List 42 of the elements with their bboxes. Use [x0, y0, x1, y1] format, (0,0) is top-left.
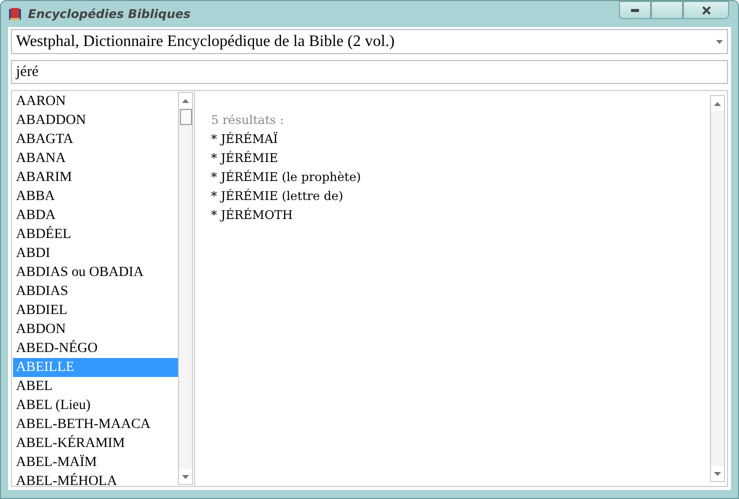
- entry-item[interactable]: ABDI: [13, 244, 178, 263]
- scrollbar[interactable]: [710, 95, 725, 482]
- result-link[interactable]: * JÉRÉMIE (lettre de): [211, 187, 710, 206]
- entry-item[interactable]: ABEL (Lieu): [13, 396, 178, 415]
- entry-item[interactable]: ABDIAS: [13, 282, 178, 301]
- scroll-down-icon[interactable]: [182, 474, 189, 478]
- entry-item[interactable]: ABEL-BETH-MAACA: [13, 415, 178, 434]
- close-button[interactable]: [683, 1, 729, 19]
- entry-item[interactable]: ABDA: [13, 206, 178, 225]
- window-title: Encyclopédies Bibliques: [28, 7, 191, 21]
- entry-item[interactable]: ABDÉEL: [13, 225, 178, 244]
- entry-item[interactable]: ABEL-MÉHOLA: [13, 472, 178, 485]
- search-field[interactable]: jéré: [11, 60, 728, 84]
- entry-item[interactable]: ABEL-KÉRAMIM: [13, 434, 178, 453]
- entry-item[interactable]: ABDIEL: [13, 301, 178, 320]
- entry-item[interactable]: ABDIAS ou OBADIA: [13, 263, 178, 282]
- entry-item[interactable]: ABAGTA: [13, 130, 178, 149]
- scrollbar-thumb[interactable]: [180, 109, 192, 125]
- entry-item[interactable]: ABANA: [13, 149, 178, 168]
- result-link[interactable]: * JÉRÉMOTH: [211, 206, 710, 225]
- scroll-up-icon[interactable]: [182, 98, 189, 102]
- entry-item[interactable]: ABDON: [13, 320, 178, 339]
- minimize-button[interactable]: [619, 1, 651, 19]
- entry-item[interactable]: ABADDON: [13, 111, 178, 130]
- entry-item[interactable]: ABBA: [13, 187, 178, 206]
- result-link[interactable]: * JÉRÉMAÏ: [211, 130, 710, 149]
- result-link[interactable]: * JÉRÉMIE: [211, 149, 710, 168]
- dropdown-arrow-icon: [716, 40, 723, 44]
- close-icon: [702, 6, 710, 14]
- entry-item[interactable]: ABEL-MAÏM: [13, 453, 178, 472]
- minimize-icon: [631, 8, 639, 12]
- result-count: 5 résultats :: [211, 112, 285, 129]
- entry-item[interactable]: ABED-NÉGO: [13, 339, 178, 358]
- entry-item[interactable]: AARON: [13, 92, 178, 111]
- entry-item[interactable]: ABEL: [13, 377, 178, 396]
- book-icon: [8, 7, 22, 21]
- scrollbar[interactable]: [178, 92, 193, 485]
- result-link[interactable]: * JÉRÉMIE (le prophète): [211, 168, 710, 187]
- entry-item[interactable]: ABARIM: [13, 168, 178, 187]
- scroll-up-icon[interactable]: [714, 102, 721, 106]
- scroll-down-icon[interactable]: [714, 472, 721, 476]
- encyclopedia-dropdown[interactable]: Westphal, Dictionnaire Encyclopédique de la Bible (2 vol.): [11, 29, 728, 54]
